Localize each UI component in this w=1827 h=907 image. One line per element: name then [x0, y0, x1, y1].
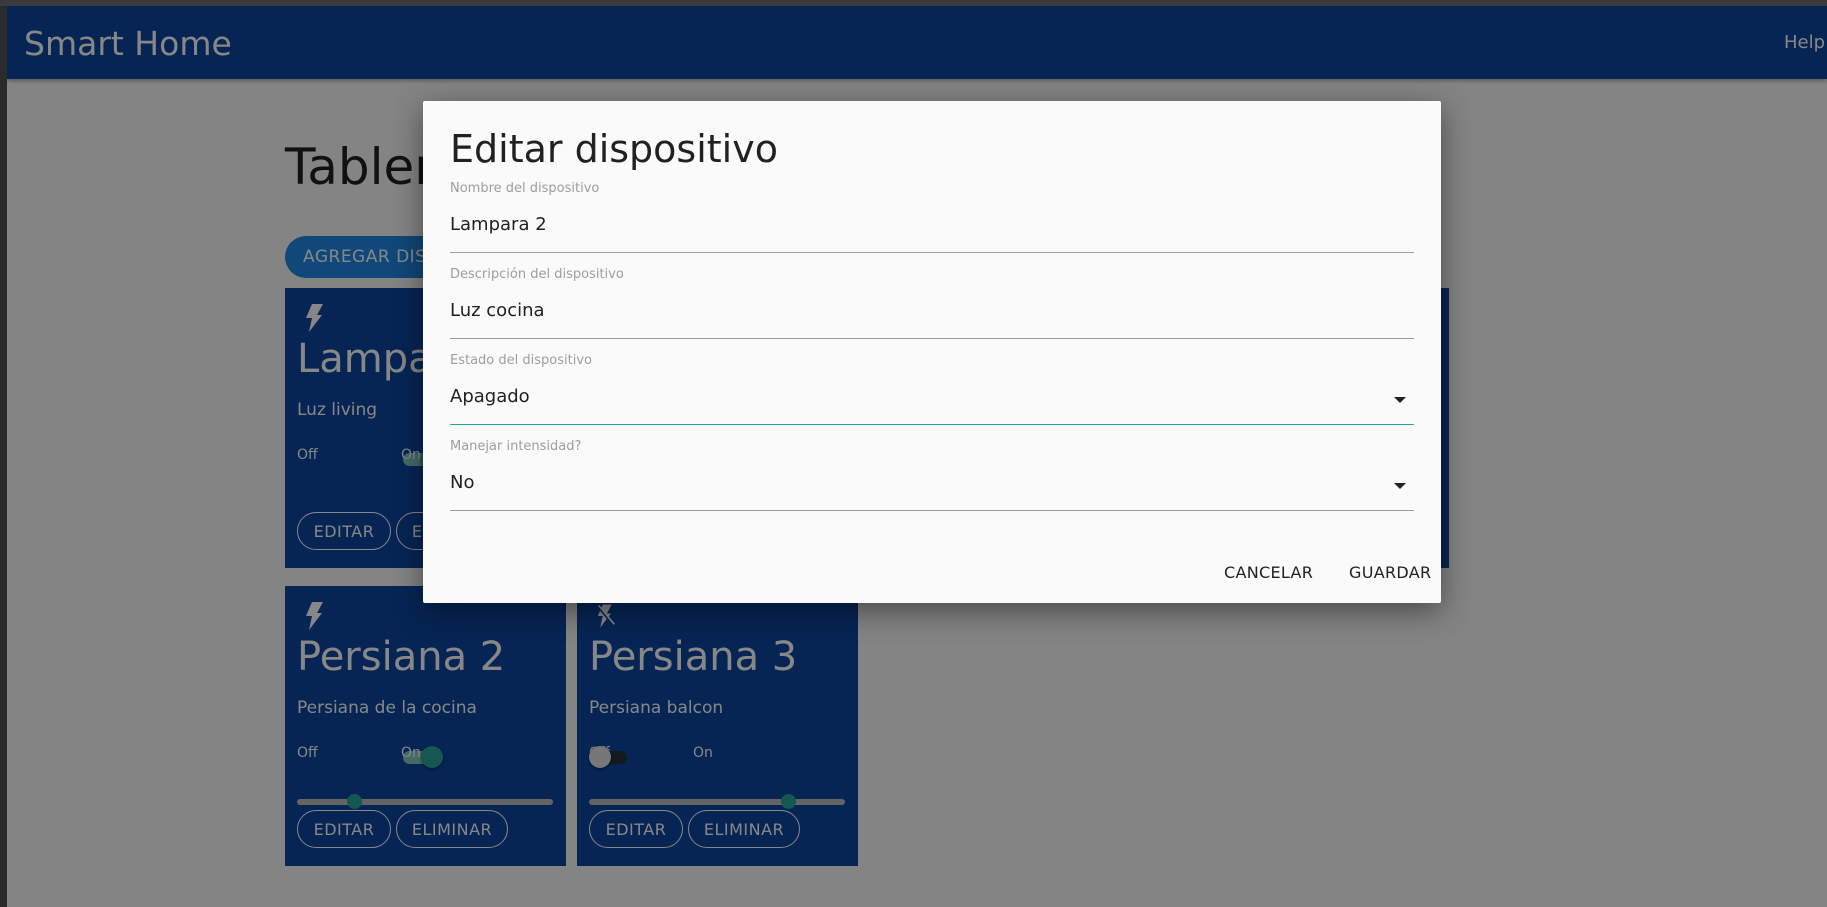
field-underline	[450, 510, 1414, 511]
save-button[interactable]: GUARDAR	[1349, 563, 1431, 582]
field-label: Estado del dispositivo	[450, 353, 592, 368]
intensity-select[interactable]: Manejar intensidad? No	[450, 439, 1414, 513]
device-state-select[interactable]: Estado del dispositivo Apagado	[450, 353, 1414, 427]
window-left-border	[0, 6, 7, 907]
dropdown-arrow-icon[interactable]	[1394, 483, 1406, 489]
field-label: Descripción del dispositivo	[450, 267, 624, 282]
dialog-title: Editar dispositivo	[450, 127, 778, 171]
device-description-input[interactable]: Luz cocina	[450, 300, 545, 321]
app-window: Smart Home Help Tablero AGREGAR DISPOSIT…	[7, 6, 1827, 907]
field-label: Nombre del dispositivo	[450, 181, 600, 196]
device-name-input[interactable]: Lampara 2	[450, 214, 547, 235]
dropdown-arrow-icon[interactable]	[1394, 397, 1406, 403]
edit-device-dialog: Editar dispositivo Nombre del dispositiv…	[423, 101, 1441, 603]
field-underline	[450, 252, 1414, 253]
field-underline	[450, 424, 1414, 425]
cancel-button[interactable]: CANCELAR	[1224, 563, 1313, 582]
device-state-value[interactable]: Apagado	[450, 386, 530, 407]
field-underline	[450, 338, 1414, 339]
intensity-value[interactable]: No	[450, 472, 474, 493]
field-label: Manejar intensidad?	[450, 439, 582, 454]
device-name-field[interactable]: Nombre del dispositivo Lampara 2	[450, 181, 1414, 255]
device-description-field[interactable]: Descripción del dispositivo Luz cocina	[450, 267, 1414, 341]
